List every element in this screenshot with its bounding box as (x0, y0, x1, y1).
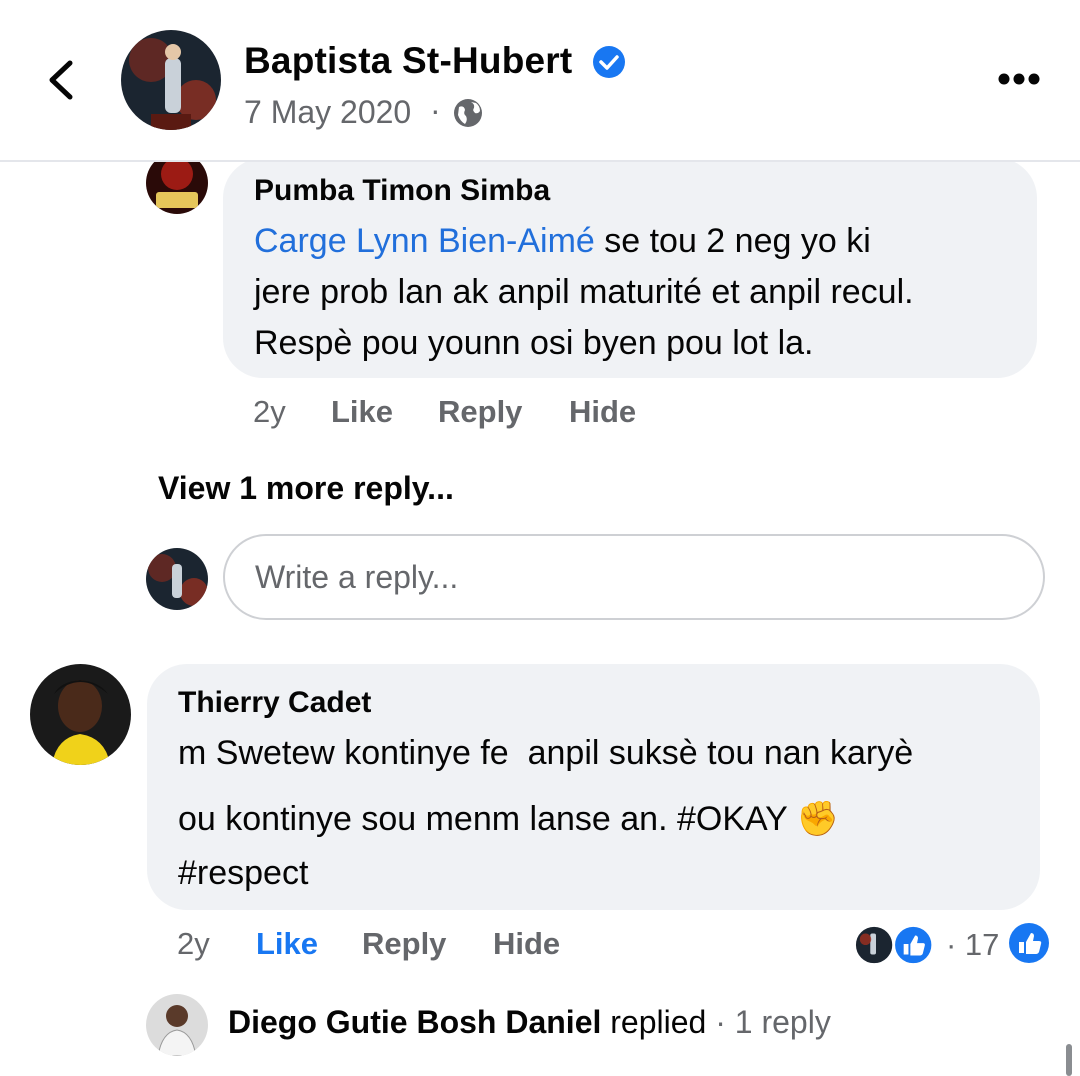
comment-bubble: Pumba Timon Simba Carge Lynn Bien-Aimé s… (223, 158, 1037, 378)
date-separator: · (430, 92, 441, 128)
author-name[interactable]: Baptista St-Hubert (244, 40, 572, 82)
comment-text-line2: ou kontinye sou menm lanse an. #OKAY ✊ (178, 794, 839, 845)
user-avatar (146, 548, 208, 610)
author-avatar[interactable] (121, 30, 221, 130)
reply-button[interactable]: Reply (362, 926, 446, 962)
comment-text: Carge Lynn Bien-Aimé se tou 2 neg yo ki … (254, 216, 1044, 369)
view-more-replies[interactable]: View 1 more reply... (158, 470, 454, 507)
commenter-avatar[interactable] (30, 664, 131, 765)
like-button[interactable]: Like (256, 926, 318, 962)
post-date[interactable]: 7 May 2020 (244, 94, 411, 131)
replied-verb: replied (601, 1004, 707, 1040)
post-header: Baptista St-Hubert 7 May 2020 · (0, 0, 1080, 162)
reply-input[interactable] (223, 534, 1045, 620)
like-button[interactable]: Like (331, 394, 393, 430)
replier-avatar[interactable] (146, 994, 208, 1056)
reactions-summary[interactable] (852, 924, 942, 966)
fist-emoji-icon: ✊ (796, 800, 840, 838)
comment-text-line1: se tou 2 neg yo ki (594, 222, 871, 260)
comment-text-line3: Respè pou younn osi byen pou lot la. (254, 324, 814, 362)
comment-author[interactable]: Pumba Timon Simba (254, 174, 550, 208)
comment-author[interactable]: Thierry Cadet (178, 686, 371, 720)
hide-button[interactable]: Hide (493, 926, 560, 962)
scrollbar[interactable] (1066, 1044, 1072, 1076)
mention-link[interactable]: Carge Lynn Bien-Aimé (254, 222, 595, 260)
comment-text-line2-text: ou kontinye sou menm lanse an. #OKAY (178, 800, 788, 838)
comment-text-line1: m Swetew kontinye fe anpil suksè tou nan… (178, 734, 914, 772)
comment-time[interactable]: 2y (177, 926, 210, 962)
replier-name[interactable]: Diego Gutie Bosh Daniel (228, 1004, 601, 1040)
like-icon[interactable] (1008, 922, 1050, 964)
comment-text-line3: #respect (178, 854, 309, 892)
back-icon[interactable] (38, 55, 88, 105)
more-icon[interactable] (996, 70, 1042, 88)
hide-button[interactable]: Hide (569, 394, 636, 430)
reaction-count[interactable]: · 17 (946, 927, 999, 963)
replied-summary[interactable]: Diego Gutie Bosh Daniel replied · 1 repl… (228, 1004, 831, 1041)
verified-icon (593, 46, 625, 78)
comment-text-line2: jere prob lan ak anpil maturité et anpil… (254, 273, 914, 311)
reply-button[interactable]: Reply (438, 394, 522, 430)
globe-icon (454, 99, 482, 127)
comment-time[interactable]: 2y (253, 394, 286, 430)
reply-count: · 1 reply (706, 1004, 831, 1040)
comment-bubble: Thierry Cadet m Swetew kontinye fe anpil… (147, 664, 1040, 910)
